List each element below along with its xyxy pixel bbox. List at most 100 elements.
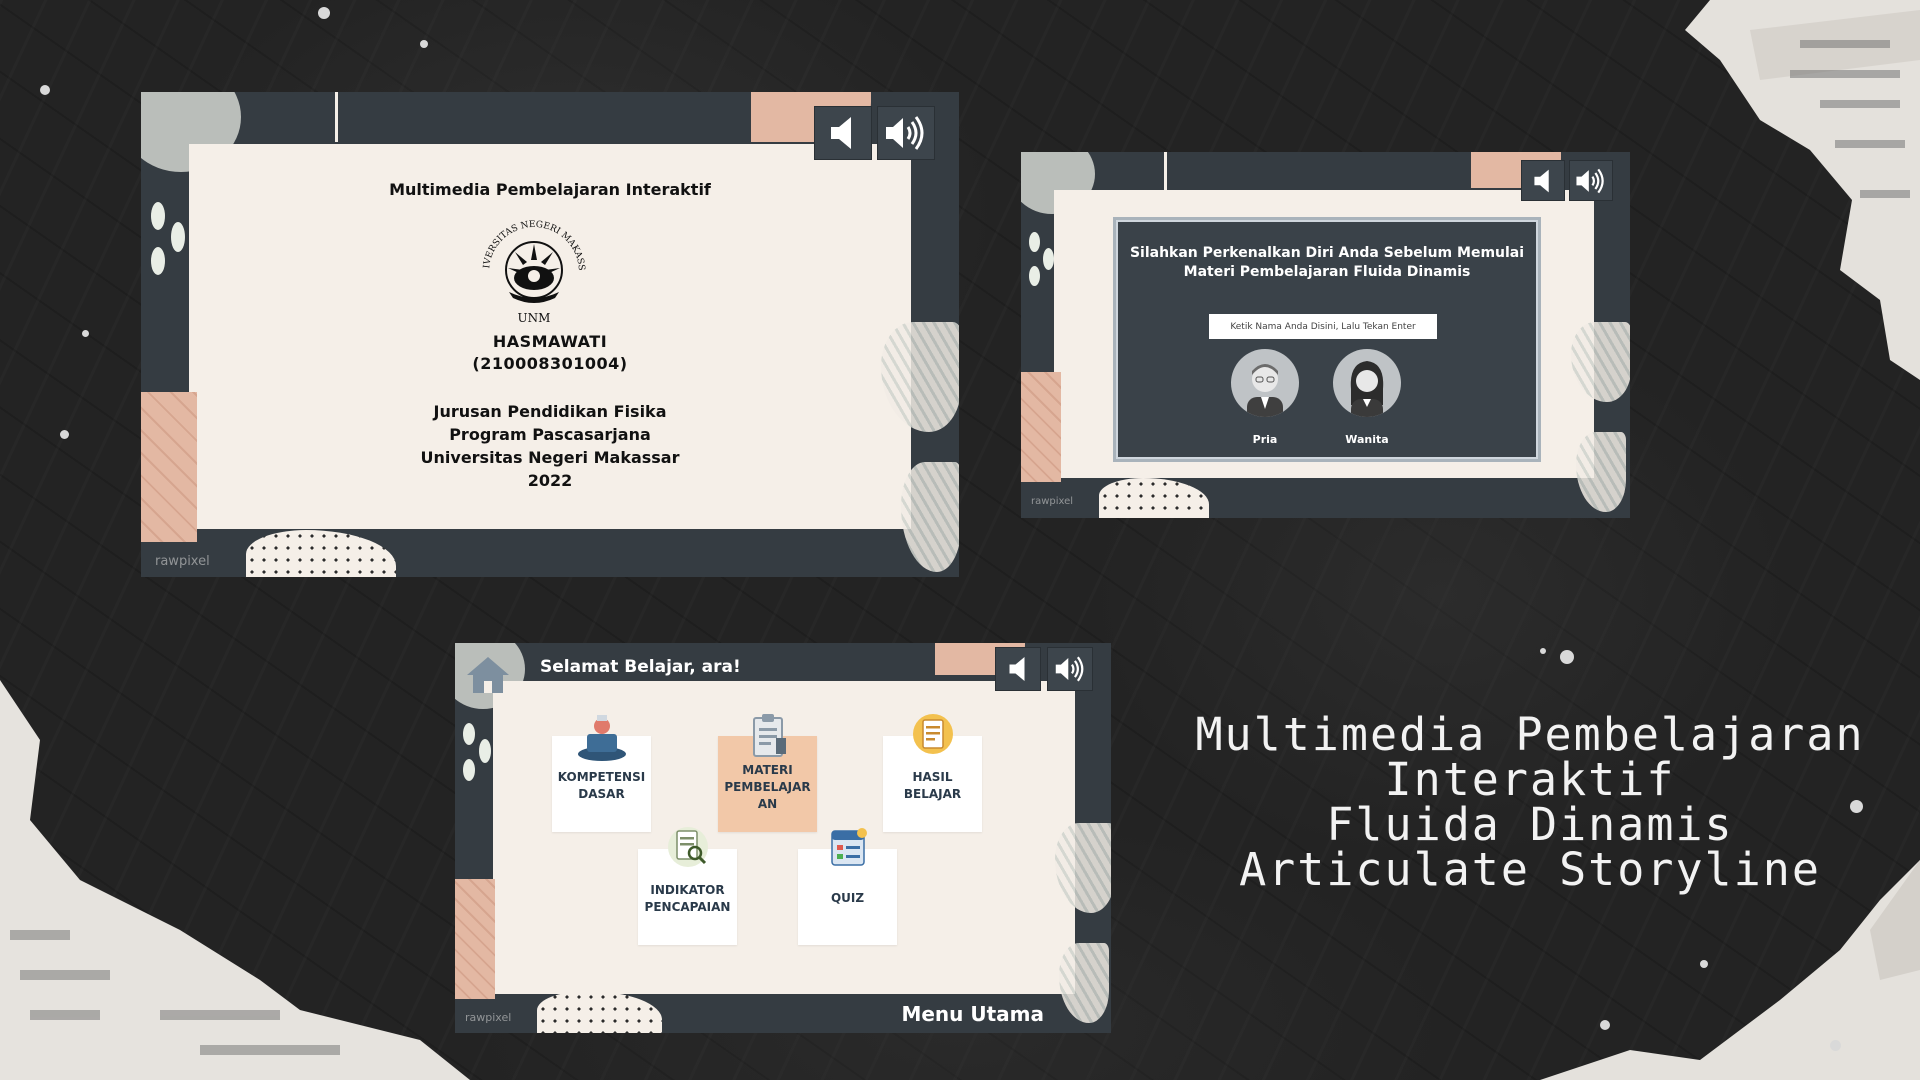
- name-input[interactable]: [1209, 314, 1437, 339]
- author-name: HASMAWATI: [492, 332, 608, 351]
- speaker-volume-icon: [1576, 168, 1604, 193]
- tile-label-line: MATERI: [742, 763, 793, 777]
- female-avatar-icon: [1350, 361, 1384, 417]
- report-icon: [912, 714, 953, 754]
- paint-speck: [1830, 1040, 1841, 1051]
- mute-button[interactable]: [814, 106, 872, 160]
- decor-oval: [1043, 248, 1054, 270]
- watermark-text: rawpixel: [155, 554, 210, 569]
- tile-label: MATERI PEMBELAJAR AN: [718, 762, 817, 813]
- caption-line-3: Fluida Dinamis: [1326, 798, 1734, 851]
- volume-button[interactable]: [877, 106, 935, 160]
- introduction-heading: Silahkan Perkenalkan Diri Anda Sebelum M…: [1118, 244, 1536, 282]
- male-option-label[interactable]: Pria: [1220, 433, 1310, 446]
- tile-label-line: AN: [757, 797, 778, 811]
- paint-speck: [40, 85, 50, 95]
- tile-label-line: DASAR: [578, 787, 625, 801]
- paint-speck: [420, 40, 428, 48]
- caption-line-2: Interaktif: [1384, 753, 1676, 806]
- author-id: (210008301004): [472, 354, 628, 373]
- decor-stripe: [335, 92, 338, 142]
- decor-oval: [1029, 232, 1040, 252]
- logo-arc-text: UNIVERSITAS NEGERI MAKASSAR: [471, 203, 586, 271]
- paint-speck: [1540, 648, 1546, 654]
- torn-paper-top-right: [1590, 0, 1920, 380]
- tile-label: HASIL BELAJAR: [883, 769, 982, 803]
- decor-leaf: [1059, 943, 1109, 1023]
- department-text: Jurusan Pendidikan Fisika: [433, 402, 667, 421]
- mute-button[interactable]: [1521, 160, 1565, 201]
- year-text: 2022: [527, 471, 573, 490]
- paint-speck: [1560, 650, 1574, 664]
- menu-tile-indikator-pencapaian[interactable]: INDIKATOR PENCAPAIAN: [638, 827, 737, 945]
- greeting-text: Selamat Belajar, ara!: [540, 657, 741, 677]
- female-avatar-button[interactable]: [1333, 349, 1401, 417]
- menu-footer-title: Menu Utama: [901, 1002, 1044, 1026]
- tile-label-line: HASIL: [912, 770, 953, 784]
- paint-speck: [1700, 960, 1708, 968]
- unm-logo: UNIVERSITAS NEGERI MAKASSAR UNM: [471, 203, 593, 328]
- decor-oval: [479, 739, 491, 763]
- tile-label-line: QUIZ: [830, 891, 865, 905]
- main-menu-slide-preview: rawpixel Selamat Belajar, ara! KOMPETENS…: [455, 643, 1111, 1033]
- decor-stripe: [1164, 152, 1167, 190]
- tile-label-line: KOMPETENSI: [557, 770, 646, 784]
- decor-oval: [463, 723, 475, 745]
- menu-tile-materi-pembelajaran[interactable]: MATERI PEMBELAJAR AN: [718, 714, 817, 832]
- speaker-mute-icon: [1009, 657, 1024, 681]
- quiz-icon: [830, 828, 867, 866]
- decor-dot-pattern: [537, 991, 662, 1033]
- menu-tile-hasil-belajar[interactable]: HASIL BELAJAR: [883, 714, 982, 832]
- decor-peach-pattern: [1021, 372, 1061, 482]
- presentation-icon: [577, 715, 626, 761]
- presentation-caption: Multimedia Pembelajaran Interaktif Fluid…: [1160, 712, 1900, 892]
- home-icon: [467, 657, 509, 693]
- decor-dot-pattern: [1099, 478, 1209, 518]
- watermark-text: rawpixel: [465, 1011, 512, 1024]
- menu-tile-quiz[interactable]: QUIZ: [798, 828, 897, 945]
- clipboard-icon: [752, 714, 786, 757]
- decor-oval: [463, 759, 475, 781]
- decor-dot-pattern: [246, 530, 396, 577]
- introduction-slide-preview: rawpixel Silahkan Perkenalkan Diri Anda …: [1021, 152, 1630, 518]
- tile-label: QUIZ: [798, 890, 897, 907]
- tile-label-line: BELAJAR: [903, 787, 962, 801]
- mute-button[interactable]: [995, 647, 1041, 691]
- slide-title: Multimedia Pembelajaran Interaktif: [389, 180, 711, 199]
- decor-oval: [151, 202, 165, 230]
- introduction-panel: Silahkan Perkenalkan Diri Anda Sebelum M…: [1116, 220, 1538, 459]
- tile-label: INDIKATOR PENCAPAIAN: [638, 882, 737, 916]
- paint-speck: [318, 7, 330, 19]
- caption-line-4: Articulate Storyline: [1239, 843, 1821, 896]
- volume-button[interactable]: [1047, 647, 1093, 691]
- speaker-mute-icon: [831, 117, 851, 149]
- male-avatar-icon: [1247, 364, 1283, 417]
- tile-label-line: PENCAPAIAN: [644, 900, 731, 914]
- decor-peach-pattern: [455, 879, 495, 999]
- male-avatar-button[interactable]: [1231, 349, 1299, 417]
- menu-tile-kompetensi-dasar[interactable]: KOMPETENSI DASAR: [552, 715, 651, 832]
- university-text: Universitas Negeri Makassar: [420, 448, 680, 467]
- paint-speck: [60, 430, 69, 439]
- decor-oval: [171, 222, 185, 252]
- volume-button[interactable]: [1569, 160, 1613, 201]
- speaker-mute-icon: [1534, 169, 1549, 192]
- caption-line-1: Multimedia Pembelajaran: [1195, 708, 1865, 761]
- heading-line-1: Silahkan Perkenalkan Diri Anda Sebelum M…: [1129, 245, 1525, 261]
- speaker-volume-icon: [886, 116, 924, 150]
- home-button[interactable]: [463, 653, 513, 697]
- speaker-volume-icon: [1055, 656, 1083, 682]
- female-option-label[interactable]: Wanita: [1322, 433, 1412, 446]
- decor-oval: [1029, 266, 1040, 286]
- title-slide-preview: rawpixel Multimedia Pembelajaran Interak…: [141, 92, 959, 577]
- paint-speck: [1600, 1020, 1610, 1030]
- tile-label-line: PEMBELAJAR: [724, 780, 811, 794]
- tile-label-line: INDIKATOR: [650, 883, 725, 897]
- watermark-text: rawpixel: [1031, 496, 1074, 507]
- decor-leaf: [1576, 432, 1626, 512]
- logo-abbr-text: UNM: [518, 311, 551, 325]
- heading-line-2: Materi Pembelajaran Fluida Dinamis: [1183, 264, 1471, 280]
- paint-speck: [82, 330, 89, 337]
- svg-text:UNIVERSITAS NEGERI MAKASSAR: UNIVERSITAS NEGERI MAKASSAR: [475, 210, 586, 271]
- tile-label: KOMPETENSI DASAR: [552, 769, 651, 803]
